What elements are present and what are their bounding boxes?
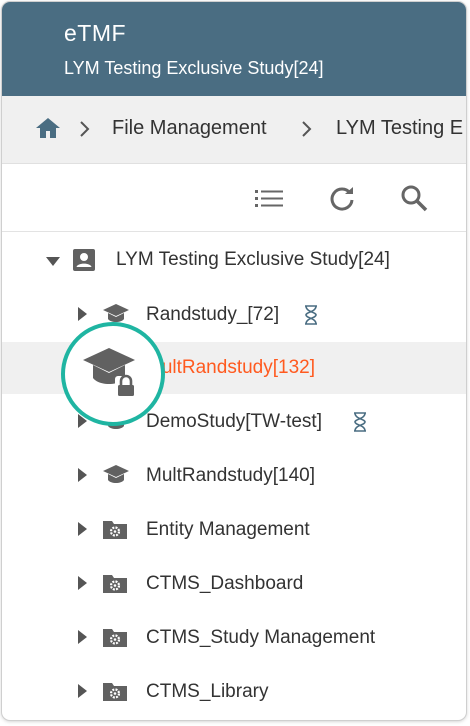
caret-right-icon[interactable] [78, 576, 92, 590]
list-icon[interactable] [254, 183, 284, 213]
tree-node-ctms-study-management[interactable]: CTMS_Study Management [2, 612, 466, 664]
tree-node-ctms-library[interactable]: CTMS_Library [2, 666, 466, 718]
graduation-cap-icon [102, 464, 129, 488]
tree-node-label: MultRandstudy[140] [146, 465, 315, 486]
study-title: LYM Testing Exclusive Study[24] [64, 58, 324, 78]
chevron-right-icon [300, 121, 314, 137]
tree-node-label: CTMS_Dashboard [146, 573, 304, 594]
tree-node-label: Randstudy_[72] [146, 304, 280, 325]
tree-node-randstudy[interactable]: Randstudy_[72] [2, 289, 466, 341]
tree-node-label: CTMS_Library [146, 681, 269, 702]
tree-node-label: Entity Management [146, 519, 310, 540]
home-icon[interactable] [35, 116, 61, 140]
breadcrumb-item-study[interactable]: LYM Testing E [336, 117, 463, 140]
app-header: eTMF LYM Testing Exclusive Study[24] [2, 2, 466, 96]
chevron-right-icon [78, 121, 92, 137]
caret-right-icon[interactable] [78, 307, 92, 321]
tree-node-ctms-dashboard[interactable]: CTMS_Dashboard [2, 558, 466, 610]
tree-node-label: CTMS_Study Management [146, 627, 376, 648]
settings-folder-icon [102, 518, 128, 542]
caret-right-icon[interactable] [78, 522, 92, 536]
settings-folder-icon [102, 626, 128, 650]
tree-root-node[interactable]: LYM Testing Exclusive Study[24] [2, 234, 466, 286]
app-title: eTMF [64, 20, 127, 46]
hourglass-icon [353, 412, 367, 432]
caret-down-icon[interactable] [46, 254, 60, 268]
breadcrumb: File Management LYM Testing E [2, 96, 466, 164]
breadcrumb-item-file-management[interactable]: File Management [112, 117, 267, 140]
hourglass-icon [304, 305, 318, 325]
tree-node-label: LYM Testing Exclusive Study[24] [116, 249, 390, 270]
tree-node-label: DemoStudy[TW-test] [146, 411, 322, 432]
caret-right-icon[interactable] [78, 630, 92, 644]
settings-folder-icon [102, 680, 128, 704]
tree-node-multrandstudy-140[interactable]: MultRandstudy[140] [2, 450, 466, 502]
search-icon[interactable] [399, 183, 429, 213]
refresh-icon[interactable] [327, 183, 357, 213]
caret-right-icon[interactable] [78, 468, 92, 482]
lock-callout-highlight [61, 322, 165, 426]
graduation-cap-lock-icon [83, 348, 137, 398]
settings-folder-icon [102, 572, 128, 596]
tree-node-label: MultRandstudy[132] [146, 357, 315, 378]
app-window: eTMF LYM Testing Exclusive Study[24] Fil… [2, 2, 466, 720]
account-box-icon [72, 248, 98, 272]
tree-node-entity-management[interactable]: Entity Management [2, 504, 466, 556]
tree-toolbar [2, 164, 466, 232]
caret-right-icon[interactable] [78, 684, 92, 698]
